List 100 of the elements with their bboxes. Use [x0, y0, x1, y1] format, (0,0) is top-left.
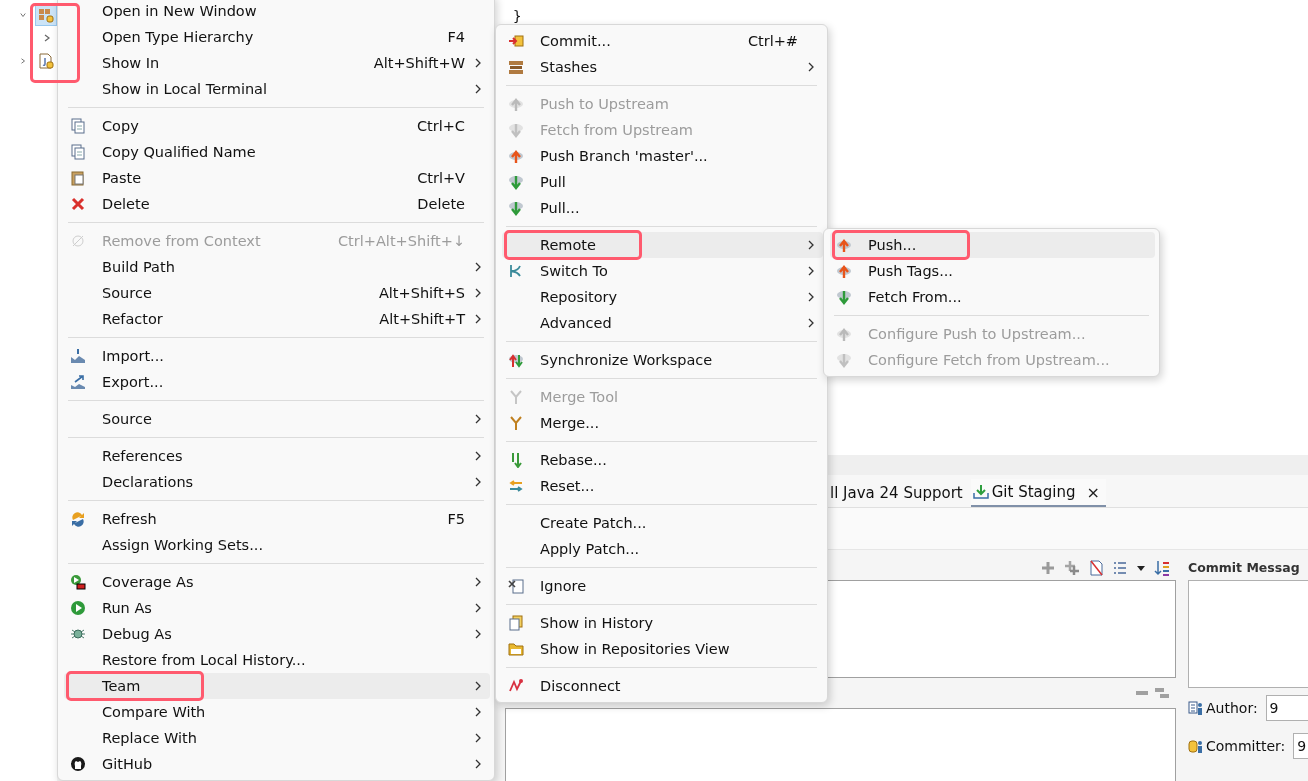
- cloud-upload-icon: [836, 237, 852, 253]
- menu-item[interactable]: Export...: [64, 369, 490, 395]
- menu-item[interactable]: Rebase...: [502, 447, 823, 473]
- menu-item[interactable]: Restore from Local History...: [64, 647, 490, 673]
- menu-item[interactable]: Pull...: [502, 195, 823, 221]
- view-tab[interactable]: ll Java 24 Support: [828, 479, 965, 507]
- plus-icon[interactable]: [1040, 560, 1056, 576]
- menu-item[interactable]: Paste Ctrl+V: [64, 165, 490, 191]
- cloud-upload-icon: [836, 263, 852, 279]
- folder-icon: [508, 641, 524, 657]
- caret-down-icon[interactable]: [1136, 563, 1146, 573]
- menu-item[interactable]: Import...: [64, 343, 490, 369]
- menu-item[interactable]: Delete Delete: [64, 191, 490, 217]
- menu-item[interactable]: Push Branch 'master'...: [502, 143, 823, 169]
- menu-item[interactable]: Show in History: [502, 610, 823, 636]
- merge-icon: [508, 389, 524, 405]
- menu-item[interactable]: GitHub: [64, 751, 490, 777]
- menu-item[interactable]: Remote: [502, 232, 823, 258]
- menu-item[interactable]: Open in New Window: [64, 0, 490, 24]
- menu-item[interactable]: Create Patch...: [502, 510, 823, 536]
- commit-message-field[interactable]: [1188, 580, 1308, 688]
- menu-item[interactable]: Stashes: [502, 54, 823, 80]
- shortcut-text: Delete: [417, 196, 465, 212]
- menu-item[interactable]: Fetch From...: [830, 284, 1155, 310]
- menu-item[interactable]: Team: [64, 673, 490, 699]
- menu-item[interactable]: Ignore: [502, 573, 823, 599]
- menu-item[interactable]: Apply Patch...: [502, 536, 823, 562]
- menu-item[interactable]: Push...: [830, 232, 1155, 258]
- menu-item[interactable]: Show in Local Terminal: [64, 76, 490, 102]
- menu-item[interactable]: Copy Qualified Name: [64, 139, 490, 165]
- bug-icon: [70, 626, 86, 642]
- cloud-download-icon: [508, 200, 524, 216]
- field-label: Committer:: [1206, 738, 1286, 754]
- menu-item[interactable]: Refactor Alt+Shift+T: [64, 306, 490, 332]
- menu-item[interactable]: Debug As: [64, 621, 490, 647]
- expanded-chevron-icon[interactable]: [19, 11, 27, 18]
- menu-item[interactable]: Commit... Ctrl+#: [502, 28, 823, 54]
- shortcut-text: F4: [447, 29, 465, 45]
- menu-item[interactable]: Open Type Hierarchy F4: [64, 24, 490, 50]
- shortcut-text: Ctrl+C: [416, 118, 465, 134]
- cloud-download-icon: [508, 122, 524, 138]
- menu-item[interactable]: Push Tags...: [830, 258, 1155, 284]
- shortcut-text: Ctrl+Alt+Shift+↓: [338, 233, 465, 249]
- commit-icon: [508, 33, 524, 49]
- documents-icon: [70, 118, 86, 134]
- sort-icon[interactable]: [1154, 560, 1170, 576]
- menu-item[interactable]: Copy Ctrl+C: [64, 113, 490, 139]
- remove-file-icon[interactable]: [1088, 560, 1104, 576]
- menu-item[interactable]: Synchronize Workspace: [502, 347, 823, 373]
- menu-item[interactable]: Show In Alt+Shift+W: [64, 50, 490, 76]
- stack-icon: [508, 59, 524, 75]
- menu-item[interactable]: Source: [64, 406, 490, 432]
- menu-item[interactable]: Build Path: [64, 254, 490, 280]
- collapsed-chevron-icon[interactable]: [20, 56, 26, 65]
- menu-item[interactable]: References: [64, 443, 490, 469]
- menu-item[interactable]: Reset...: [502, 473, 823, 499]
- menu-item[interactable]: Compare With: [64, 699, 490, 725]
- clipboard-icon: [70, 170, 86, 186]
- close-button[interactable]: ×: [1082, 482, 1104, 502]
- menu-item[interactable]: Refresh F5: [64, 506, 490, 532]
- menu-item[interactable]: Repository: [502, 284, 823, 310]
- author-icon: [1188, 700, 1204, 716]
- cloud-upload-icon: [836, 326, 852, 342]
- branches-icon: [508, 263, 524, 279]
- cloud-download-icon: [836, 352, 852, 368]
- run-icon: [70, 600, 86, 616]
- author-field[interactable]: 9: [1265, 695, 1308, 721]
- field-label: Author:: [1206, 700, 1258, 716]
- shortcut-text: Ctrl+#: [747, 33, 798, 49]
- disconnect-icon: [508, 678, 524, 694]
- menu-item[interactable]: Source Alt+Shift+S: [64, 280, 490, 306]
- cloud-download-icon: [836, 289, 852, 305]
- menu-item[interactable]: Coverage As: [64, 569, 490, 595]
- history-icon: [508, 615, 524, 631]
- delete-icon: [70, 196, 86, 212]
- add-all-icon[interactable]: [1064, 560, 1080, 576]
- menu-item[interactable]: Advanced: [502, 310, 823, 336]
- menu-item[interactable]: Switch To: [502, 258, 823, 284]
- menu-item[interactable]: Pull: [502, 169, 823, 195]
- menu-item[interactable]: Replace With: [64, 725, 490, 751]
- shortcut-text: F5: [447, 511, 465, 527]
- menu-item[interactable]: Merge...: [502, 410, 823, 436]
- list-icon[interactable]: [1112, 560, 1128, 576]
- menu-item[interactable]: Assign Working Sets...: [64, 532, 490, 558]
- menu-item[interactable]: Run As: [64, 595, 490, 621]
- menu-item[interactable]: Disconnect: [502, 673, 823, 699]
- maximize-icon[interactable]: [1154, 685, 1170, 701]
- cloud-upload-icon: [508, 96, 524, 112]
- collapsed-chevron-icon[interactable]: [43, 33, 51, 42]
- section-title: Commit Messag: [1188, 559, 1301, 577]
- menu-item[interactable]: Declarations: [64, 469, 490, 495]
- shortcut-text: Ctrl+V: [417, 170, 465, 186]
- package-icon: [38, 6, 54, 23]
- shortcut-text: Alt+Shift+W: [373, 55, 465, 71]
- export-icon: [70, 374, 86, 390]
- shortcut-text: Alt+Shift+S: [378, 285, 465, 301]
- code-line: }: [513, 8, 523, 24]
- menu-item[interactable]: Show in Repositories View: [502, 636, 823, 662]
- committer-icon: [1188, 738, 1204, 754]
- committer-field[interactable]: 9: [1293, 733, 1308, 759]
